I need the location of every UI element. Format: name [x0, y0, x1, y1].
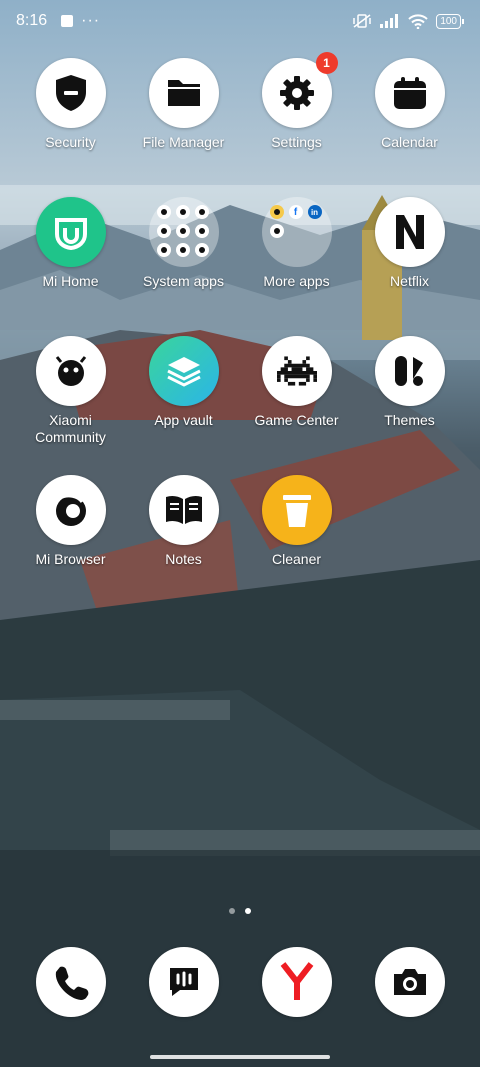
- community-icon: [35, 336, 106, 406]
- signal-icon: [380, 14, 399, 28]
- app-grid: Security File Manager 1 Settings Calenda…: [14, 52, 466, 588]
- netflix-icon: [374, 197, 445, 267]
- app-label: Mi Home: [42, 273, 99, 289]
- app-label: Mi Browser: [35, 551, 106, 567]
- app-file-manager[interactable]: File Manager: [127, 58, 240, 171]
- app-label: More apps: [263, 273, 330, 289]
- app-security[interactable]: Security: [14, 58, 127, 171]
- app-label: Netflix: [390, 273, 429, 289]
- app-label: System apps: [143, 273, 224, 289]
- calendar-icon: [374, 58, 445, 128]
- app-label: Themes: [384, 412, 435, 428]
- cursor-mini-icon: [194, 243, 209, 257]
- folder-more-apps[interactable]: f in More apps: [240, 197, 353, 310]
- app-notes[interactable]: Notes: [127, 475, 240, 588]
- app-netflix[interactable]: Netflix: [353, 197, 466, 310]
- at-mini-icon: [175, 243, 190, 257]
- browser-icon: [35, 475, 106, 545]
- battery-icon: 100: [436, 13, 464, 29]
- home-gesture-bar[interactable]: [150, 1055, 330, 1059]
- dock: [14, 947, 466, 1017]
- dock-camera[interactable]: [353, 947, 466, 1017]
- scanner-mini-icon: [175, 224, 190, 238]
- app-label: Security: [45, 134, 96, 150]
- app-settings[interactable]: 1 Settings: [240, 52, 353, 171]
- dock-phone[interactable]: [14, 947, 127, 1017]
- app-label: App vault: [154, 412, 213, 428]
- status-bar: 8:16 ··· 100: [0, 0, 480, 42]
- trash-icon: [261, 475, 332, 545]
- book-icon: [148, 475, 219, 545]
- app-label: Notes: [165, 551, 202, 567]
- app-label: Calendar: [381, 134, 438, 150]
- space-invader-icon: [261, 336, 332, 406]
- page-dot-active[interactable]: [245, 908, 251, 914]
- notification-square-icon: [61, 15, 74, 27]
- themes-icon: [374, 336, 445, 406]
- contacts-mini-icon: [156, 205, 171, 219]
- page-dot[interactable]: [229, 908, 235, 914]
- dock-yandex-browser[interactable]: [240, 947, 353, 1017]
- yandex-mini-icon: [269, 205, 284, 219]
- gear-icon: 1: [261, 52, 338, 128]
- app-label: Settings: [271, 134, 322, 150]
- wifi-icon: [408, 13, 429, 29]
- compass-mini-icon: [156, 243, 171, 257]
- camera-icon: [374, 947, 445, 1017]
- spotify-mini-icon: [269, 224, 284, 238]
- folder-icon: [148, 58, 219, 128]
- app-app-vault[interactable]: App vault: [127, 336, 240, 449]
- shield-icon: [35, 58, 106, 128]
- notification-badge: 1: [315, 52, 338, 74]
- app-mi-browser[interactable]: Mi Browser: [14, 475, 127, 588]
- app-calendar[interactable]: Calendar: [353, 58, 466, 171]
- app-xiaomi-community[interactable]: Xiaomi Community: [14, 336, 127, 449]
- mi-home-icon: [35, 197, 106, 267]
- message-icon: [148, 947, 219, 1017]
- app-label: Xiaomi Community: [35, 412, 106, 445]
- dock-messages[interactable]: [127, 947, 240, 1017]
- app-label: Cleaner: [271, 551, 322, 567]
- layers-icon: [148, 336, 219, 406]
- app-mi-home[interactable]: Mi Home: [14, 197, 127, 310]
- more-notifications-icon: ···: [81, 12, 101, 29]
- messages-mini-icon: [175, 205, 190, 219]
- linkedin-mini-icon: in: [307, 205, 322, 219]
- app-themes[interactable]: Themes: [353, 336, 466, 449]
- yandex-y-icon: [261, 947, 332, 1017]
- app-game-center[interactable]: Game Center: [240, 336, 353, 449]
- battery-level: 100: [440, 15, 457, 27]
- app-label: Game Center: [254, 412, 339, 428]
- clock: 8:16: [16, 12, 48, 29]
- downloads-mini-icon: [194, 224, 209, 238]
- clock-mini-icon: [194, 205, 209, 219]
- app-label: File Manager: [142, 134, 225, 150]
- facebook-mini-icon: f: [288, 205, 303, 219]
- app-cleaner[interactable]: Cleaner: [240, 475, 353, 588]
- phone-icon: [35, 947, 106, 1017]
- folder-icon: f in: [261, 197, 332, 267]
- folder-icon: [148, 197, 219, 267]
- folder-system-apps[interactable]: System apps: [127, 197, 240, 310]
- page-indicator: [0, 908, 480, 914]
- vibrate-off-icon: [353, 14, 372, 28]
- recorder-mini-icon: [156, 224, 171, 238]
